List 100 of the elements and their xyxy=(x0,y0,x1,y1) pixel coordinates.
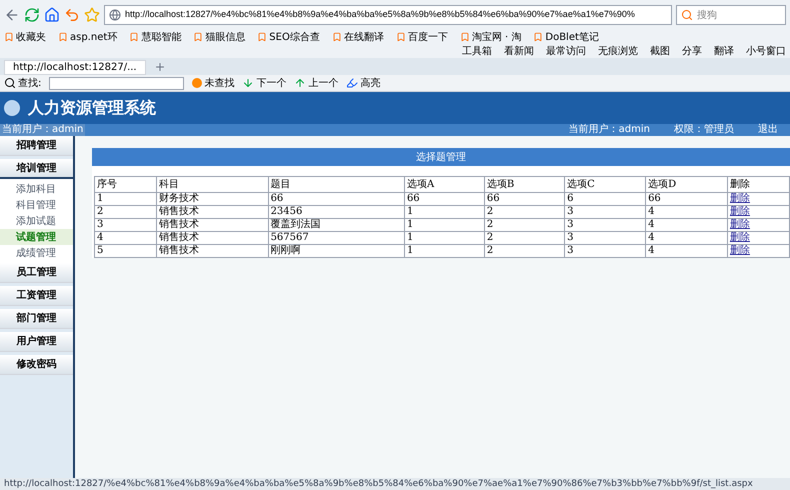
undo-icon[interactable] xyxy=(64,7,80,23)
bookmark-icon xyxy=(332,32,342,42)
favorite-icon[interactable] xyxy=(84,7,100,23)
table-cell: 4 xyxy=(97,232,104,243)
toolbar-button[interactable]: 小号窗口 xyxy=(746,44,786,58)
table-cell: 2 xyxy=(486,206,494,217)
refresh-icon[interactable] xyxy=(24,7,40,23)
bookmark-icon xyxy=(257,32,268,42)
table-cell: 23456 xyxy=(270,206,302,217)
new-tab-icon[interactable] xyxy=(154,61,166,73)
column-header: 删除 xyxy=(727,176,790,192)
toolbar-button[interactable]: 最常访问 xyxy=(546,44,586,58)
status-bar: http://localhost:12827/%e4%bc%81%e4%b8%9a%e4%ba%ba%e5%8a%9b%e8%b5%84%e6%ba%90%e7%ae%a1%e7%90%86%e7%b3%bb%e7%bb%9f/st_list.aspx xyxy=(0,478,790,490)
bookmark-icon xyxy=(396,32,406,42)
table-cell: 1 xyxy=(406,219,414,230)
logout-link[interactable]: 退出 xyxy=(746,124,790,136)
menu-item[interactable]: 员工管理 xyxy=(0,263,73,283)
menu-item[interactable]: 培训管理 xyxy=(0,159,73,179)
menu-item[interactable]: 工资管理 xyxy=(0,286,73,306)
table-cell: 66 xyxy=(648,193,661,204)
submenu-item[interactable]: 试题管理 xyxy=(0,229,73,245)
table-cell: 4 xyxy=(648,206,654,217)
table-cell: 3 xyxy=(97,219,104,230)
find-button[interactable]: 未查找 xyxy=(192,76,234,90)
column-header: 题目 xyxy=(268,176,404,192)
bookmark-icon xyxy=(129,32,140,42)
bookmark-link[interactable]: 在线翻译 xyxy=(332,30,384,44)
bookmark-link[interactable]: DoBlet笔记 xyxy=(533,30,599,44)
bookmark-icon xyxy=(4,32,14,42)
bookmark-link[interactable]: SEO综合查 xyxy=(257,30,320,44)
user-info: 权限：管理员 xyxy=(673,124,735,136)
table-cell: 5 xyxy=(97,245,104,256)
bookmark-link[interactable]: 猫眼信息 xyxy=(193,30,246,44)
bookmark-link[interactable]: asp.net环 xyxy=(58,30,118,44)
submenu-item[interactable]: 成绩管理 xyxy=(0,245,73,261)
toolbar-button[interactable]: 无痕浏览 xyxy=(598,44,638,58)
sidebar-user: 当前用户：admin xyxy=(0,124,86,136)
app-title: 人力资源管理系统 xyxy=(28,97,156,119)
table-cell: 3 xyxy=(567,206,574,217)
menu-item[interactable]: 修改密码 xyxy=(0,355,73,375)
bookmark-icon xyxy=(460,32,470,42)
browser-tab[interactable]: http://localhost:12827/... xyxy=(4,60,146,75)
table-cell: 6 xyxy=(567,193,574,204)
submenu-item[interactable]: 添加科目 xyxy=(0,181,73,197)
address-field[interactable]: http://localhost:12827/%e4%bc%81%e4%b8%9a%e4%ba%ba%e5%8a%9b%e8%b5%84%e6%ba%90%e7%ae%a1%e7%90% xyxy=(104,5,672,25)
table-cell: 4 xyxy=(648,219,654,230)
search-input[interactable]: 搜狗 xyxy=(697,8,777,22)
table-cell: 567567 xyxy=(270,232,309,243)
table-cell: 2 xyxy=(486,245,494,256)
bookmark-link[interactable]: 淘宝网 · 淘 xyxy=(460,30,522,44)
menu-item[interactable]: 部门管理 xyxy=(0,309,73,329)
search-icon xyxy=(681,9,693,21)
table-cell: 66 xyxy=(406,193,420,204)
column-header: 选项B xyxy=(484,176,565,192)
table-cell: 4 xyxy=(648,245,654,256)
table-cell: 1 xyxy=(406,206,414,217)
column-header: 选项D xyxy=(646,176,728,192)
table-cell: 1 xyxy=(97,193,104,204)
bookmark-icon xyxy=(193,32,204,42)
table-cell: 销售技术 xyxy=(158,245,199,256)
table-cell: 销售技术 xyxy=(158,206,199,217)
toolbar-button[interactable]: 看新闻 xyxy=(504,44,534,58)
table-cell: 销售技术 xyxy=(158,232,199,243)
toolbar-button[interactable]: 分享 xyxy=(682,44,702,58)
back-icon[interactable] xyxy=(4,7,20,23)
submenu-item[interactable]: 科目管理 xyxy=(0,197,73,213)
menu-item[interactable]: 招聘管理 xyxy=(0,136,73,156)
table-cell: 2 xyxy=(97,206,104,217)
find-button[interactable]: 上一个 xyxy=(294,76,338,90)
toolbar-button[interactable]: 翻译 xyxy=(714,44,734,58)
table-cell: 3 xyxy=(567,245,574,256)
bookmark-link[interactable]: 百度一下 xyxy=(396,30,448,44)
column-header: 科目 xyxy=(156,176,268,192)
search-field[interactable]: 搜狗 xyxy=(676,5,786,25)
find-field[interactable] xyxy=(49,76,184,90)
down-arrow-icon xyxy=(242,77,254,89)
toolbar-button[interactable]: 截图 xyxy=(650,44,670,58)
menu-item[interactable]: 用户管理 xyxy=(0,332,73,352)
bookmark-link[interactable]: 收藏夹 xyxy=(4,30,46,44)
table-cell: 1 xyxy=(406,245,414,256)
find-button[interactable]: 下一个 xyxy=(242,76,286,90)
bookmark-icon xyxy=(58,32,68,42)
page-icon xyxy=(109,9,121,21)
bookmark-link[interactable]: 慧聪智能 xyxy=(129,30,182,44)
column-header: 选项A xyxy=(404,176,484,192)
address-text: http://localhost:12827/%e4%bc%81%e4%b8%9a%e4%ba%ba%e5%8a%9b%e8%b5%84%e6%ba%90%e7%ae%a1%e7%90% xyxy=(125,8,635,22)
bookmark-icon xyxy=(533,32,544,42)
table-cell: 3 xyxy=(567,232,574,243)
table-cell: 66 xyxy=(486,193,500,204)
table-cell: 4 xyxy=(648,232,654,243)
table-cell: 刚刚啊 xyxy=(270,245,301,256)
find-label: 查找: xyxy=(4,76,42,90)
column-header: 序号 xyxy=(94,176,156,192)
home-icon[interactable] xyxy=(44,7,60,23)
toolbar-button[interactable]: 工具箱 xyxy=(462,44,492,58)
panel-title: 选择题管理 xyxy=(416,150,466,164)
highlight-icon xyxy=(346,77,358,89)
find-button[interactable]: 高亮 xyxy=(346,76,380,90)
submenu-item[interactable]: 添加试题 xyxy=(0,213,73,229)
table-cell: 3 xyxy=(567,219,574,230)
